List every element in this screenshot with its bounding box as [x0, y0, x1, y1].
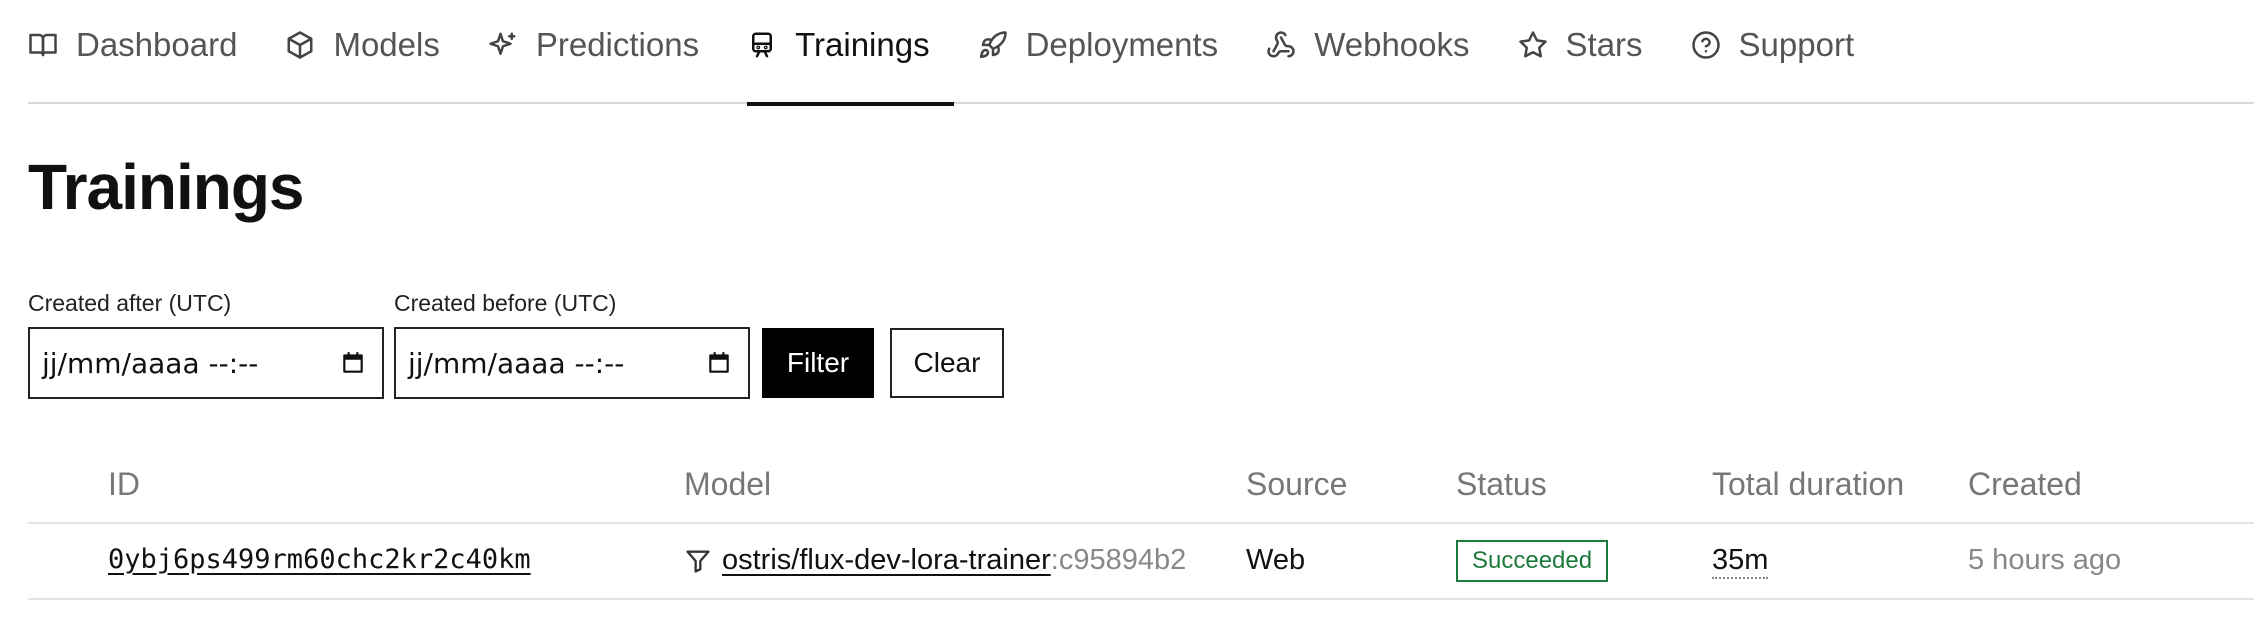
nav-label: Deployments	[1025, 26, 1219, 63]
calendar-icon[interactable]	[340, 350, 366, 376]
rocket-icon	[979, 31, 1007, 59]
cube-icon	[287, 31, 313, 59]
table-header: ID Model Source Status Total duration Cr…	[28, 440, 2254, 524]
created-before-field: Created before (UTC) jj/mm/aaaa --:--	[394, 290, 750, 399]
model-link[interactable]: ostris/flux-dev-lora-trainer	[722, 544, 1051, 576]
trainings-table: ID Model Source Status Total duration Cr…	[28, 440, 2254, 600]
header-status: Status	[1456, 466, 1547, 502]
header-source: Source	[1246, 466, 1348, 502]
model-cell: ostris/flux-dev-lora-trainer:c95894b2	[684, 544, 1186, 577]
clear-button[interactable]: Clear	[890, 328, 1004, 398]
nav-label: Stars	[1565, 26, 1643, 63]
nav-tab-deployments[interactable]: Deployments	[978, 0, 1243, 104]
created-cell: 5 hours ago	[1968, 544, 2122, 576]
created-after-label: Created after (UTC)	[28, 290, 232, 316]
training-id-link[interactable]: 0ybj6ps499rm60chc2kr2c40km	[108, 544, 531, 575]
header-id: ID	[108, 466, 140, 502]
nav-tab-dashboard[interactable]: Dashboard	[28, 0, 261, 104]
main-nav: Dashboard Models Predictions Trainings D…	[28, 0, 2254, 106]
page-title: Trainings	[28, 151, 304, 223]
nav-label: Predictions	[535, 26, 700, 63]
source-cell: Web	[1246, 544, 1306, 576]
header-created: Created	[1968, 466, 2082, 502]
header-duration: Total duration	[1712, 466, 1905, 502]
nav-tab-support[interactable]: Support	[1691, 0, 1879, 104]
model-version: :c95894b2	[1050, 544, 1187, 576]
duration-cell: 35m	[1712, 544, 1769, 579]
nav-tab-trainings[interactable]: Trainings	[747, 0, 954, 106]
train-icon	[752, 32, 773, 58]
star-icon	[1518, 31, 1547, 58]
nav-tab-stars[interactable]: Stars	[1518, 0, 1667, 104]
created-before-input[interactable]: jj/mm/aaaa --:--	[394, 327, 750, 399]
status-badge: Succeeded	[1456, 540, 1609, 582]
help-circle-icon	[1691, 31, 1720, 59]
nav-label: Dashboard	[76, 26, 238, 63]
filter-button[interactable]: Filter	[762, 328, 874, 398]
table-row[interactable]: 0ybj6ps499rm60chc2kr2c40km ostris/flux-d…	[28, 524, 2254, 600]
nav-tab-webhooks[interactable]: Webhooks	[1266, 0, 1493, 104]
book-icon	[29, 33, 57, 57]
created-before-value: jj/mm/aaaa --:--	[408, 346, 625, 380]
created-after-value: jj/mm/aaaa --:--	[42, 346, 259, 380]
created-before-label: Created before (UTC)	[394, 290, 617, 316]
nav-label: Models	[333, 26, 440, 63]
nav-tab-predictions[interactable]: Predictions	[488, 0, 723, 104]
created-after-input[interactable]: jj/mm/aaaa --:--	[28, 327, 384, 399]
nav-label: Support	[1738, 26, 1855, 63]
funnel-icon	[686, 550, 710, 574]
nav-tab-models[interactable]: Models	[285, 0, 463, 104]
header-model: Model	[684, 466, 772, 502]
nav-label: Trainings	[795, 26, 930, 63]
nav-label: Webhooks	[1314, 26, 1470, 63]
webhook-icon	[1267, 31, 1295, 58]
sparkles-icon	[489, 32, 516, 55]
calendar-icon[interactable]	[706, 350, 732, 376]
created-after-field: Created after (UTC) jj/mm/aaaa --:--	[28, 290, 384, 399]
